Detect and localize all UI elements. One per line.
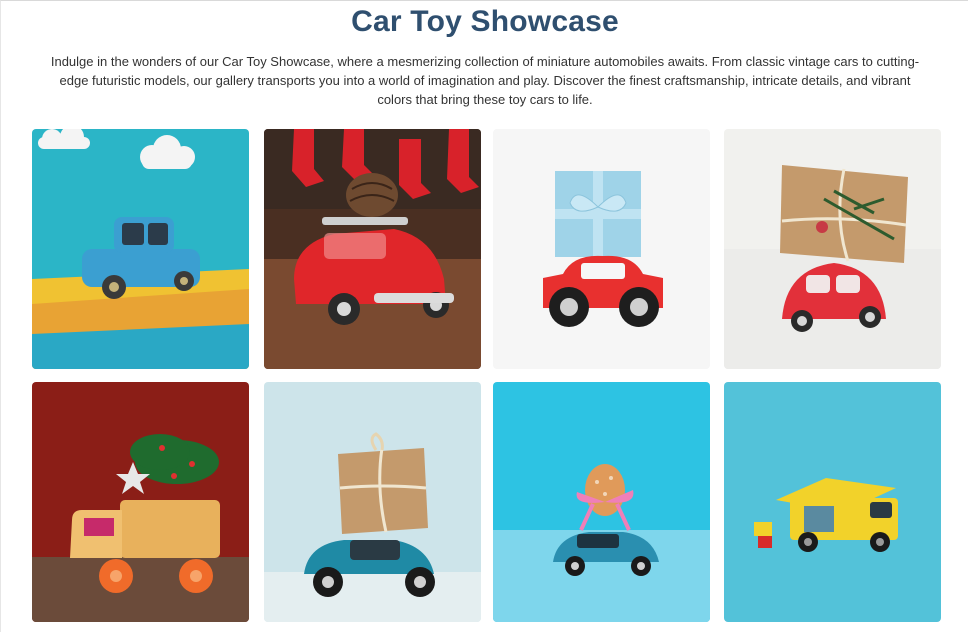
gallery-item-blue-toy-car[interactable] [32, 129, 249, 369]
gallery-item-red-car-pinecone[interactable] [264, 129, 481, 369]
egg-car-photo-icon [493, 382, 710, 622]
blue-car-photo-icon [32, 129, 249, 369]
gallery-item-red-beetle-gift[interactable] [724, 129, 941, 369]
gallery-item-teal-car-parcel[interactable] [264, 382, 481, 622]
gallery-item-teal-car-egg[interactable] [493, 382, 710, 622]
parcel-car-photo-icon [264, 382, 481, 622]
red-car-photo-icon [264, 129, 481, 369]
gift-beetle-photo-icon [724, 129, 941, 369]
gallery-item-wooden-truck-tree[interactable] [32, 382, 249, 622]
intro-paragraph: Indulge in the wonders of our Car Toy Sh… [50, 54, 920, 107]
truck-tree-photo-icon [32, 382, 249, 622]
page-title: Car Toy Showcase [351, 5, 619, 38]
page: Car Toy Showcase Indulge in the wonders … [0, 0, 968, 632]
gallery-item-yellow-van[interactable] [724, 382, 941, 622]
gift-car-photo-icon [493, 129, 710, 369]
van-photo-icon [724, 382, 941, 622]
gallery-item-red-car-blue-gift[interactable] [493, 129, 710, 369]
